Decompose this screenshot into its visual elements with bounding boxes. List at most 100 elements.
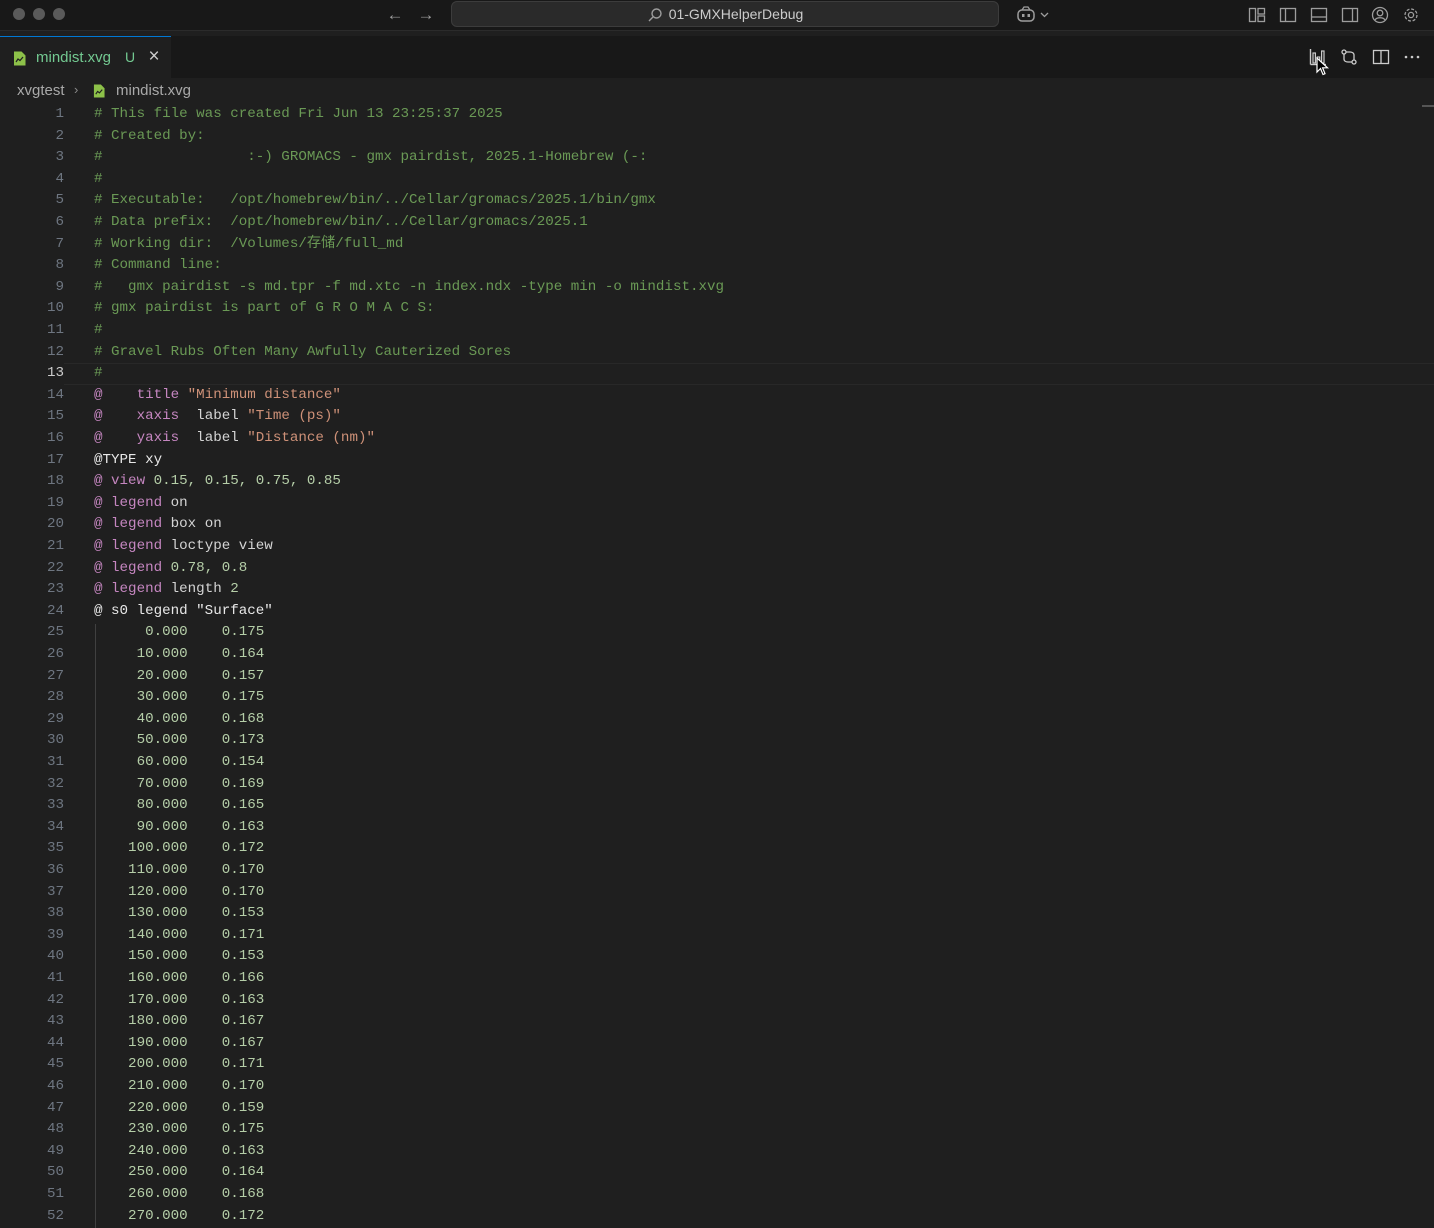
line-number: 35 xyxy=(46,840,64,857)
code-line[interactable]: 51 260.000 0.168 xyxy=(0,1184,1422,1206)
code-line[interactable]: 1 # This file was created Fri Jun 13 23:2… xyxy=(0,104,1422,126)
code-line[interactable]: 37 120.000 0.170 xyxy=(0,882,1422,904)
code-line[interactable]: 36 110.000 0.170 xyxy=(0,860,1422,882)
code-line[interactable]: 18 @ view 0.15, 0.15, 0.75, 0.85 xyxy=(0,471,1422,493)
mouse-pointer-icon xyxy=(1316,57,1330,76)
code-line[interactable]: 30 50.000 0.173 xyxy=(0,730,1422,752)
maximize-window-button[interactable] xyxy=(53,8,65,20)
code-line[interactable]: 24 @ s0 legend "Surface" xyxy=(0,601,1422,623)
code-text: # xyxy=(94,169,103,191)
code-line[interactable]: 47 220.000 0.159 xyxy=(0,1098,1422,1120)
code-line[interactable]: 10 # gmx pairdist is part of G R O M A C … xyxy=(0,298,1422,320)
line-number: 24 xyxy=(46,602,64,619)
close-window-button[interactable] xyxy=(13,8,25,20)
split-editor-icon[interactable] xyxy=(1372,48,1390,66)
code-line[interactable]: 11 # xyxy=(0,320,1422,342)
toggle-panel-icon[interactable] xyxy=(1310,6,1328,24)
code-line[interactable]: 26 10.000 0.164 xyxy=(0,644,1422,666)
breadcrumb-folder[interactable]: xvgtest xyxy=(17,82,65,99)
code-line[interactable]: 52 270.000 0.172 xyxy=(0,1206,1422,1228)
line-number: 51 xyxy=(46,1186,64,1202)
layout-icon[interactable] xyxy=(1248,6,1266,24)
code-text: 70.000 0.169 xyxy=(94,774,265,796)
code-line[interactable]: 39 140.000 0.171 xyxy=(0,925,1422,947)
account-icon[interactable] xyxy=(1371,6,1389,24)
code-line[interactable]: 4 # xyxy=(0,169,1422,191)
minimize-window-button[interactable] xyxy=(33,8,45,20)
code-line[interactable]: 33 80.000 0.165 xyxy=(0,795,1422,817)
code-token: # Data prefix: /opt/homebrew/bin/../Cell… xyxy=(94,214,588,230)
code-line[interactable]: 15 @ xaxis label "Time (ps)" xyxy=(0,406,1422,428)
code-line[interactable]: 5 # Executable: /opt/homebrew/bin/../Cell… xyxy=(0,190,1422,212)
code-line[interactable]: 17 @TYPE xy xyxy=(0,450,1422,472)
code-line[interactable]: 7 # Working dir: /Volumes/存储/full_md xyxy=(0,234,1422,256)
code-token: # Executable: /opt/homebrew/bin/../Cella… xyxy=(94,192,656,209)
code-line[interactable]: 50 250.000 0.164 xyxy=(0,1162,1422,1184)
code-line[interactable]: 32 70.000 0.169 xyxy=(0,774,1422,796)
code-line[interactable]: 3 # :-) GROMACS - gmx pairdist, 2025.1-Ho… xyxy=(0,147,1422,169)
search-icon xyxy=(648,8,662,22)
line-number: 42 xyxy=(46,991,64,1008)
line-number: 13 xyxy=(46,365,64,382)
breadcrumb-file[interactable]: mindist.xvg xyxy=(116,82,191,99)
code-token: label xyxy=(179,408,248,425)
line-number: 30 xyxy=(46,732,64,749)
code-line[interactable]: 25 0.000 0.175 xyxy=(0,622,1422,644)
code-line[interactable]: 42 170.000 0.163 xyxy=(0,990,1422,1012)
code-line[interactable]: 35 100.000 0.172 xyxy=(0,838,1422,860)
open-changes-icon[interactable] xyxy=(1340,48,1358,66)
line-number: 39 xyxy=(46,926,64,943)
line-number: 3 xyxy=(55,149,64,166)
code-line[interactable]: 44 190.000 0.167 xyxy=(0,1033,1422,1055)
code-line[interactable]: 19 @ legend on xyxy=(0,493,1422,515)
scrollbar-marker[interactable] xyxy=(1422,105,1434,107)
command-center-search[interactable]: 01-GMXHelperDebug xyxy=(451,1,999,27)
code-line[interactable]: 8 # Command line: xyxy=(0,255,1422,277)
close-icon[interactable]: × xyxy=(146,46,162,68)
forward-arrow-icon[interactable]: → xyxy=(416,5,436,25)
code-text: 200.000 0.171 xyxy=(94,1054,264,1076)
code-line[interactable]: 12 # Gravel Rubs Often Many Awfully Caute… xyxy=(0,342,1422,364)
code-line[interactable]: 21 @ legend loctype view xyxy=(0,536,1422,558)
code-token: 250.000 0.164 xyxy=(94,1164,265,1181)
code-line[interactable]: 29 40.000 0.168 xyxy=(0,709,1422,731)
code-line[interactable]: 48 230.000 0.175 xyxy=(0,1119,1422,1141)
code-line[interactable]: 31 60.000 0.154 xyxy=(0,752,1422,774)
toggle-primary-sidebar-icon[interactable] xyxy=(1279,6,1297,24)
code-line[interactable]: 49 240.000 0.163 xyxy=(0,1141,1422,1163)
code-token: on xyxy=(162,494,188,511)
code-token: xaxis xyxy=(136,408,180,425)
more-actions-icon[interactable] xyxy=(1403,48,1421,66)
code-line[interactable]: 20 @ legend box on xyxy=(0,514,1422,536)
code-line[interactable]: 41 160.000 0.166 xyxy=(0,968,1422,990)
code-editor[interactable]: 1 # This file was created Fri Jun 13 23:2… xyxy=(0,104,1434,1228)
code-line[interactable]: 23 @ legend length 2 xyxy=(0,579,1422,601)
toggle-secondary-sidebar-icon[interactable] xyxy=(1341,6,1359,24)
code-line[interactable]: 14 @ title "Minimum distance" xyxy=(0,385,1422,407)
code-token: # Gravel Rubs Often Many Awfully Cauteri… xyxy=(94,343,512,360)
code-line[interactable]: 27 20.000 0.157 xyxy=(0,666,1422,688)
tab-mindist-xvg[interactable]: mindist.xvg U × xyxy=(0,36,171,78)
code-line[interactable]: 22 @ legend 0.78, 0.8 xyxy=(0,558,1422,580)
line-number: 16 xyxy=(46,430,64,446)
code-line[interactable]: 28 30.000 0.175 xyxy=(0,687,1422,709)
code-line[interactable]: 9 # gmx pairdist -s md.tpr -f md.xtc -n i… xyxy=(0,277,1422,299)
code-line[interactable]: 16 @ yaxis label "Distance (nm)" xyxy=(0,428,1422,450)
xvg-file-icon xyxy=(93,84,105,98)
code-text: @ legend on xyxy=(94,493,188,515)
code-line[interactable]: 38 130.000 0.153 xyxy=(0,903,1422,925)
copilot-icon[interactable] xyxy=(1016,6,1052,24)
code-line[interactable]: 46 210.000 0.170 xyxy=(0,1076,1422,1098)
code-line[interactable]: 6 # Data prefix: /opt/homebrew/bin/../Cel… xyxy=(0,212,1422,234)
code-line[interactable]: 45 200.000 0.171 xyxy=(0,1054,1422,1076)
code-token: 170.000 0.163 xyxy=(94,991,265,1008)
code-token: # :-) GROMACS - gmx pairdist, 2025.1-Hom… xyxy=(94,149,648,166)
code-line[interactable]: 40 150.000 0.153 xyxy=(0,946,1422,968)
code-line[interactable]: 13 # xyxy=(0,363,1422,385)
back-arrow-icon[interactable]: ← xyxy=(385,5,405,25)
code-token: view xyxy=(111,473,146,490)
code-line[interactable]: 2 # Created by: xyxy=(0,126,1422,148)
settings-gear-icon[interactable] xyxy=(1402,6,1420,24)
code-line[interactable]: 34 90.000 0.163 xyxy=(0,817,1422,839)
code-line[interactable]: 43 180.000 0.167 xyxy=(0,1011,1422,1033)
